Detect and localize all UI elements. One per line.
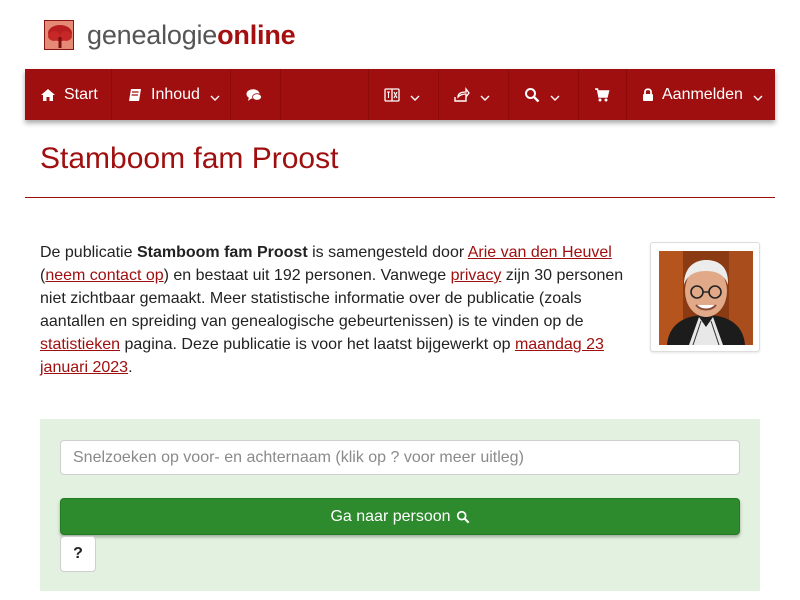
site-name-part2: online <box>217 19 296 50</box>
chevron-down-icon <box>410 90 420 101</box>
share-icon <box>454 86 470 103</box>
nav-login-label: Aanmelden <box>662 85 743 103</box>
go-to-person-label: Ga naar persoon <box>330 507 451 525</box>
intro-text-1: De publicatie <box>40 244 137 261</box>
site-logo[interactable]: genealogieonline <box>44 18 296 52</box>
home-icon <box>40 87 56 103</box>
statistics-link[interactable]: statistieken <box>40 336 120 353</box>
nav-share[interactable] <box>439 69 509 120</box>
main-navbar: Start Inhoud Aanmelden <box>25 69 775 120</box>
nav-start[interactable]: Start <box>25 69 112 120</box>
intro-text-4: ) en bestaat uit 192 personen. Vanwege <box>163 267 451 284</box>
publication-name: Stamboom fam Proost <box>136 244 308 261</box>
author-avatar[interactable] <box>650 242 760 352</box>
author-link[interactable]: Arie van den Heuvel <box>468 244 612 261</box>
nav-cart[interactable] <box>579 69 627 120</box>
comments-icon <box>246 87 262 103</box>
chevron-down-icon <box>210 90 220 101</box>
publication-intro: De publicatie Stamboom fam Proost is sam… <box>40 241 632 379</box>
page-title: Stamboom fam Proost <box>40 142 339 175</box>
privacy-link[interactable]: privacy <box>451 267 502 284</box>
site-name-part1: genealogie <box>87 19 218 50</box>
search-icon <box>524 87 540 103</box>
site-name: genealogieonline <box>87 19 296 51</box>
chevron-down-icon <box>550 90 560 101</box>
nav-forum[interactable] <box>231 69 281 120</box>
chevron-down-icon <box>480 90 490 101</box>
go-to-person-button[interactable]: Ga naar persoon <box>60 498 740 535</box>
lock-icon <box>642 87 654 103</box>
chevron-down-icon <box>753 90 763 101</box>
nav-search[interactable] <box>509 69 579 120</box>
nav-inhoud-label: Inhoud <box>151 85 200 103</box>
intro-text-2: is samengesteld door <box>307 244 468 261</box>
nav-inhoud[interactable]: Inhoud <box>112 69 231 120</box>
nav-language[interactable] <box>369 69 439 120</box>
search-help-button[interactable]: ? <box>60 536 96 572</box>
nav-login[interactable]: Aanmelden <box>627 69 775 120</box>
quick-search-input[interactable] <box>60 440 740 475</box>
title-divider <box>25 197 775 198</box>
nav-spacer <box>281 69 369 120</box>
tree-logo-icon <box>44 20 74 50</box>
author-photo <box>659 251 753 345</box>
intro-text-7: . <box>128 359 133 376</box>
nav-start-label: Start <box>64 85 98 103</box>
book-icon <box>127 87 143 103</box>
language-icon <box>384 87 400 103</box>
cart-icon <box>594 87 610 103</box>
contact-link[interactable]: neem contact op <box>45 267 163 284</box>
intro-text-6: pagina. Deze publicatie is voor het laat… <box>120 336 515 353</box>
quick-search-panel: Ga naar persoon ? <box>40 419 760 591</box>
search-icon <box>456 510 470 524</box>
